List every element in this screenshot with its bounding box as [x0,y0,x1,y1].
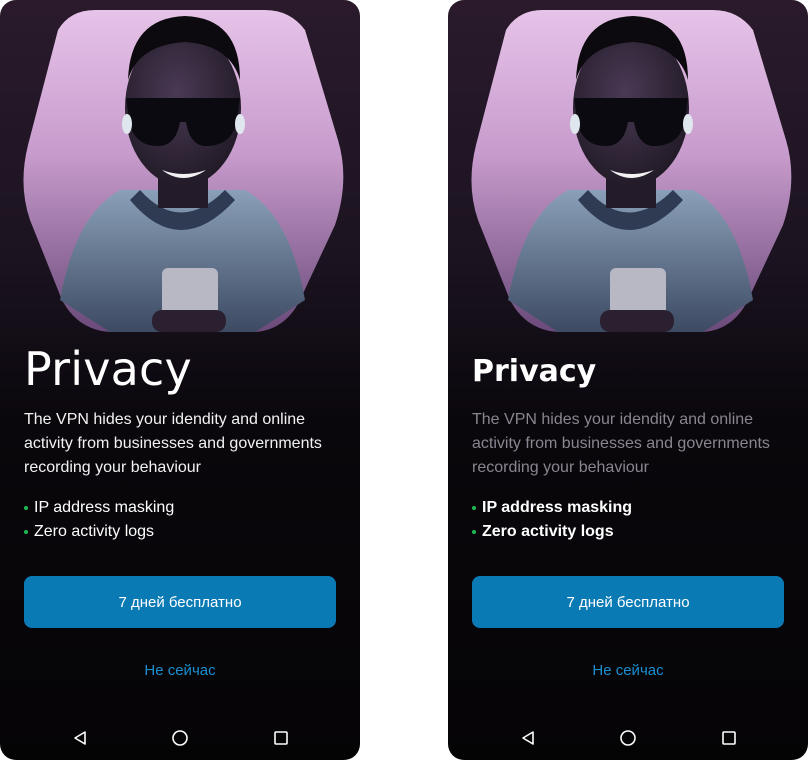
home-circle-icon[interactable] [170,728,190,748]
feature-item: IP address masking [24,496,174,520]
feature-label: IP address masking [482,499,632,516]
feature-item: Zero activity logs [472,520,632,544]
description: The VPN hides your idendity and online a… [472,411,770,476]
feature-label: Zero activity logs [34,523,155,540]
hero-image [0,0,360,340]
headline: Privacy [472,354,597,389]
feature-item: Zero activity logs [24,520,174,544]
not-now-button[interactable]: Не сейчас [472,656,784,684]
home-circle-icon[interactable] [618,728,638,748]
not-now-button[interactable]: Не сейчас [24,656,336,684]
bullet-icon [24,530,28,534]
android-navigation-bar [0,712,360,760]
feature-label: IP address masking [34,499,175,516]
android-navigation-bar [448,712,808,760]
bullet-icon [24,506,28,510]
feature-list: IP address masking Zero activity logs [472,496,632,544]
start-trial-button[interactable]: 7 дней бесплатно [472,576,784,628]
feature-item: IP address masking [472,496,632,520]
start-trial-button[interactable]: 7 дней бесплатно [24,576,336,628]
description: The VPN hides your idendity and online a… [24,411,322,476]
back-triangle-icon[interactable] [70,728,90,748]
headline: Privacy [24,342,192,396]
recents-square-icon[interactable] [719,728,739,748]
bullet-icon [472,506,476,510]
bullet-icon [472,530,476,534]
hero-image [448,0,808,340]
back-triangle-icon[interactable] [518,728,538,748]
stage: Privacy The VPN hides your idendity and … [0,0,808,760]
phone-screen-light-heading: Privacy The VPN hides your idendity and … [0,0,360,760]
feature-label: Zero activity logs [482,523,614,540]
feature-list: IP address masking Zero activity logs [24,496,174,544]
phone-screen-bold-heading: Privacy The VPN hides your idendity and … [448,0,808,760]
recents-square-icon[interactable] [271,728,291,748]
